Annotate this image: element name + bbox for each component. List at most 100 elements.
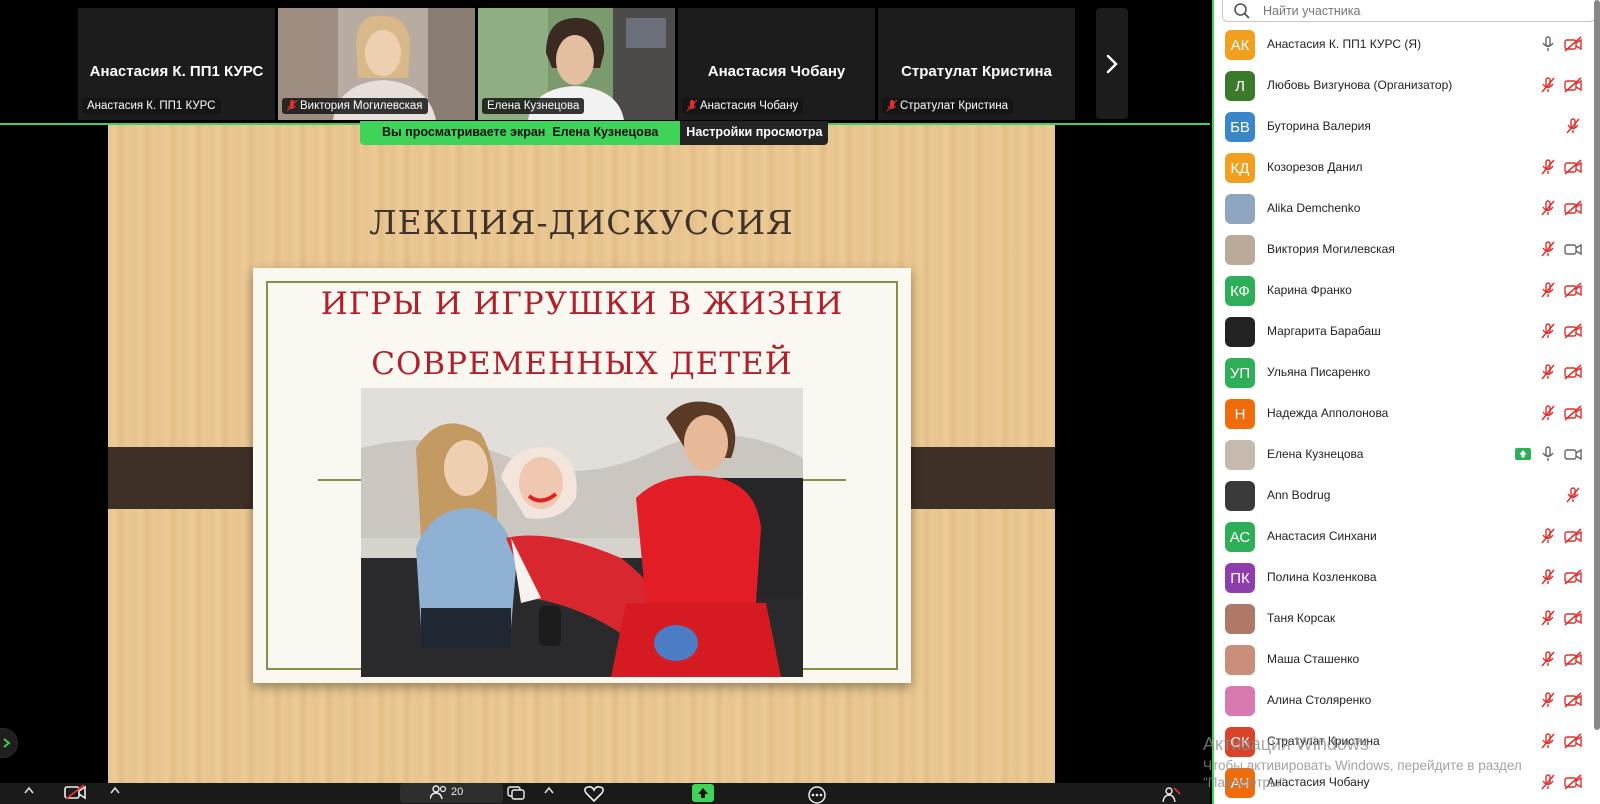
view-settings-button[interactable]: Настройки просмотра — [680, 121, 829, 145]
camera-off-icon[interactable] — [1564, 692, 1582, 708]
participant-row[interactable]: Маша Сташенко — [1214, 639, 1588, 680]
camera-off-icon[interactable] — [1564, 651, 1582, 667]
participant-row[interactable]: Елена Кузнецова — [1214, 434, 1588, 475]
mic-muted-icon[interactable] — [1539, 282, 1557, 298]
participant-row[interactable]: Ann Bodrug — [1214, 475, 1588, 516]
reactions-button[interactable] — [584, 786, 604, 802]
search-icon — [1234, 2, 1250, 19]
share-status-bar: Вы просматриваете экран Елена Кузнецова … — [360, 121, 829, 145]
video-options-button[interactable] — [110, 786, 120, 794]
meeting-window: Анастасия К. ПП1 КУРС Анастасия К. ПП1 К… — [0, 0, 1600, 804]
avatar: КФ — [1225, 276, 1255, 306]
presentation-slide: ЛЕКЦИЯ-ДИСКУССИЯ ИГРЫ И ИГРУШКИ В ЖИЗНИ … — [108, 125, 1055, 783]
video-strip: Анастасия К. ПП1 КУРС Анастасия К. ПП1 К… — [0, 0, 1210, 123]
participant-row[interactable]: Н Надежда Апполонова — [1214, 393, 1588, 434]
mic-muted-icon[interactable] — [1539, 528, 1557, 544]
mic-muted-icon[interactable] — [1539, 364, 1557, 380]
participant-row[interactable]: АК Анастасия К. ПП1 КУРС (Я) — [1214, 24, 1588, 65]
participants-panel: АК Анастасия К. ПП1 КУРС (Я) Л Любовь Визгу… — [1212, 0, 1600, 804]
camera-off-icon[interactable] — [1564, 774, 1582, 790]
tile-big-name: Анастасия К. ПП1 КУРС — [89, 63, 264, 80]
mic-icon[interactable] — [1539, 36, 1557, 52]
slide-title-line-1: ИГРЫ И ИГРУШКИ В ЖИЗНИ — [320, 286, 844, 322]
mic-muted-icon[interactable] — [1539, 774, 1557, 790]
audio-options-button[interactable] — [24, 786, 34, 794]
camera-off-icon[interactable] — [1564, 405, 1582, 421]
more-icon — [808, 786, 826, 804]
mic-muted-icon[interactable] — [1539, 159, 1557, 175]
video-tile-viktoria[interactable]: Виктория Могилевская — [278, 8, 475, 120]
participant-row[interactable]: УП Ульяна Писаренко — [1214, 352, 1588, 393]
participant-row[interactable]: КД Козорезов Данил — [1214, 147, 1588, 188]
mic-muted-icon[interactable] — [1539, 569, 1557, 585]
mic-muted-icon[interactable] — [1539, 323, 1557, 339]
camera-off-icon[interactable] — [1564, 323, 1582, 339]
photo-illustration — [361, 388, 803, 677]
manage-participants-button[interactable] — [1162, 786, 1182, 802]
mic-muted-icon[interactable] — [1539, 200, 1557, 216]
participant-row[interactable]: АС Анастасия Синхани — [1214, 516, 1588, 557]
mic-icon[interactable] — [1539, 446, 1557, 462]
panel-scrollbar[interactable] — [1594, 0, 1600, 730]
participant-row[interactable]: Маргарита Барабаш — [1214, 311, 1588, 352]
participant-row[interactable]: ПК Полина Козленкова — [1214, 557, 1588, 598]
mic-muted-icon[interactable] — [1539, 241, 1557, 257]
mic-muted-icon[interactable] — [1539, 733, 1557, 749]
participant-row[interactable]: КФ Карина Франко — [1214, 270, 1588, 311]
camera-off-icon[interactable] — [1564, 528, 1582, 544]
mic-muted-icon[interactable] — [1539, 77, 1557, 93]
participant-row[interactable]: БВ Буторина Валерия — [1214, 106, 1588, 147]
windows-watermark-title: Активация Windows — [1203, 734, 1369, 754]
chat-options-button[interactable] — [544, 786, 554, 794]
camera-off-icon[interactable] — [1564, 569, 1582, 585]
participant-row[interactable]: Л Любовь Визгунова (Организатор) — [1214, 65, 1588, 106]
share-screen-button[interactable] — [692, 784, 714, 802]
avatar — [1225, 686, 1255, 716]
camera-off-icon[interactable] — [1564, 733, 1582, 749]
video-button[interactable] — [64, 784, 86, 800]
participants-icon — [430, 785, 447, 799]
tile-name-label: Виктория Могилевская — [300, 100, 423, 112]
camera-icon[interactable] — [1564, 241, 1582, 257]
mic-muted-icon[interactable] — [1539, 692, 1557, 708]
heart-icon — [584, 786, 604, 802]
camera-off-icon[interactable] — [1564, 77, 1582, 93]
participant-search[interactable] — [1222, 0, 1596, 22]
video-tile-anastasia-k[interactable]: Анастасия К. ПП1 КУРС Анастасия К. ПП1 К… — [78, 8, 275, 120]
participant-row[interactable]: Виктория Могилевская — [1214, 229, 1588, 270]
mic-muted-icon[interactable] — [1539, 405, 1557, 421]
avatar — [1225, 645, 1255, 675]
camera-off-icon[interactable] — [1564, 36, 1582, 52]
mic-muted-icon[interactable] — [1539, 651, 1557, 667]
card-divider-left — [318, 479, 363, 481]
tile-big-name: Стратулат Кристина — [901, 63, 1052, 80]
participant-row[interactable]: Таня Корсак — [1214, 598, 1588, 639]
participant-name: Надежда Апполонова — [1267, 406, 1389, 420]
strip-next-button[interactable] — [1096, 8, 1128, 119]
camera-off-icon[interactable] — [1564, 282, 1582, 298]
mic-muted-icon[interactable] — [1564, 487, 1582, 503]
camera-off-icon[interactable] — [1564, 200, 1582, 216]
video-tile-anastasia-ch[interactable]: Анастасия Чобану Анастасия Чобану — [678, 8, 875, 120]
mic-muted-icon[interactable] — [1539, 610, 1557, 626]
chat-button[interactable] — [507, 786, 525, 800]
participant-row[interactable]: Алина Столяренко — [1214, 680, 1588, 721]
participant-row[interactable]: Alika Demchenko — [1214, 188, 1588, 229]
avatar: ПК — [1225, 563, 1255, 593]
search-input[interactable] — [1263, 3, 1563, 18]
mic-muted-icon[interactable] — [1564, 118, 1582, 134]
video-tile-elena[interactable]: Елена Кузнецова — [478, 8, 675, 120]
participant-name: Виктория Могилевская — [1267, 242, 1395, 256]
more-options-button[interactable] — [806, 786, 828, 804]
participants-button[interactable]: 20 — [400, 783, 504, 803]
camera-icon[interactable] — [1564, 446, 1582, 462]
camera-off-icon[interactable] — [1564, 159, 1582, 175]
camera-off-icon[interactable] — [1564, 610, 1582, 626]
video-tile-stratulat[interactable]: Стратулат Кристина Стратулат Кристина — [878, 8, 1075, 120]
chevron-up-icon — [24, 786, 34, 794]
participants-count: 20 — [451, 786, 464, 798]
camera-off-icon[interactable] — [1564, 364, 1582, 380]
mic-muted-icon — [287, 100, 297, 112]
participant-name: Алина Столяренко — [1267, 693, 1372, 707]
tile-name-label: Елена Кузнецова — [487, 100, 580, 112]
